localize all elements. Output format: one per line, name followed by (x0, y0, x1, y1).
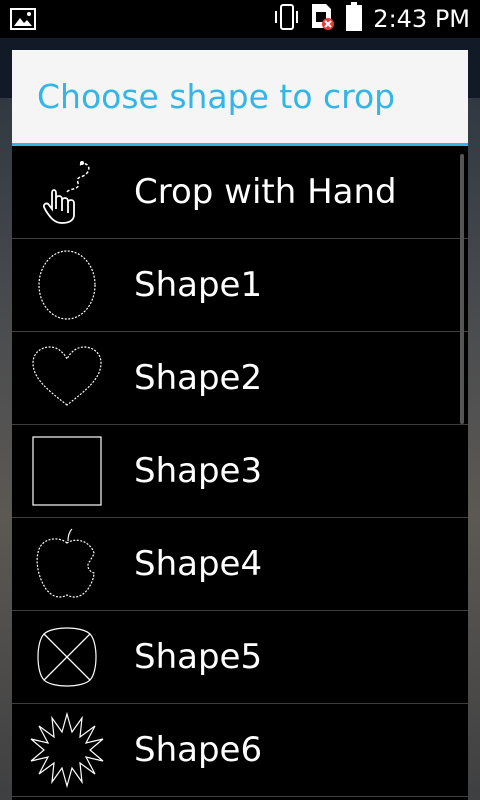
battery-icon (345, 2, 363, 36)
status-icons: 2:43 PM (273, 0, 470, 38)
list-item-label: Crop with Hand (134, 172, 397, 212)
heart-icon (12, 332, 122, 425)
list-item-label: Shape5 (134, 637, 263, 677)
list-scrollbar[interactable] (460, 154, 464, 424)
status-time: 2:43 PM (373, 5, 470, 33)
list-item-shape4[interactable]: Shape4 (12, 518, 468, 611)
image-icon (10, 8, 36, 30)
list-item-label: Shape6 (134, 730, 263, 770)
list-item-label: Shape2 (134, 358, 263, 398)
list-item-shape2[interactable]: Shape2 (12, 332, 468, 425)
status-bar: 2:43 PM (0, 0, 480, 38)
oval-icon (12, 239, 122, 332)
list-item-label: Shape3 (134, 451, 263, 491)
pinwheel-icon (12, 611, 122, 704)
list-item-label: Shape1 (134, 265, 263, 305)
square-icon (12, 425, 122, 518)
list-item-shape3[interactable]: Shape3 (12, 425, 468, 518)
shape-list[interactable]: Crop with Hand Shape1 Shape2 Shape3 Shap… (12, 146, 468, 797)
shape-chooser-dialog: Choose shape to crop Crop with Hand Shap… (12, 50, 468, 800)
list-item-shape1[interactable]: Shape1 (12, 239, 468, 332)
list-item-shape6[interactable]: Shape6 (12, 704, 468, 797)
apple-icon (12, 518, 122, 611)
hand-lasso-icon (12, 146, 122, 239)
dialog-header: Choose shape to crop (12, 50, 468, 146)
list-item-shape5[interactable]: Shape5 (12, 611, 468, 704)
starburst-icon (12, 704, 122, 797)
dialog-title: Choose shape to crop (37, 77, 396, 116)
sim-error-icon (309, 2, 335, 36)
list-item-crop-with-hand[interactable]: Crop with Hand (12, 146, 468, 239)
list-item-label: Shape4 (134, 544, 263, 584)
vibrate-icon (273, 3, 299, 35)
